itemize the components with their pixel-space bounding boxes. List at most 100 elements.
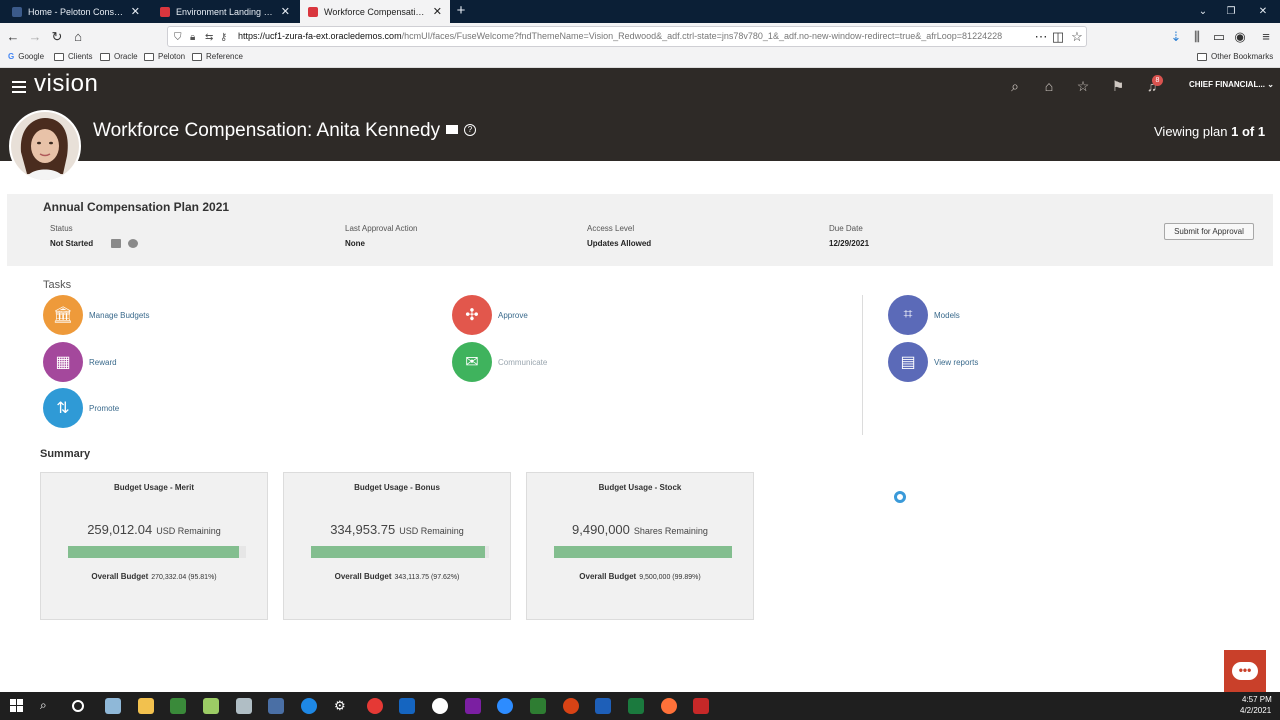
close-icon[interactable]: ✕ <box>281 5 290 18</box>
clock-date: 4/2/2021 <box>1240 706 1272 715</box>
search-icon[interactable]: ⌕ <box>40 698 56 714</box>
calendar-icon[interactable] <box>111 239 121 248</box>
menu-icon[interactable]: ≡ <box>1256 27 1276 47</box>
budget-card-merit[interactable]: Budget Usage - Merit 259,012.04 USD Remai… <box>40 472 268 620</box>
new-tab-button[interactable]: + <box>452 2 470 20</box>
onenote-icon[interactable] <box>465 698 481 714</box>
card-title: Budget Usage - Merit <box>113 483 194 492</box>
sidebar-icon[interactable]: ▭ <box>1209 27 1229 47</box>
restore-window-icon[interactable]: ❐ <box>1214 0 1248 23</box>
help-icon[interactable]: ? <box>464 124 476 136</box>
settings-gear-icon[interactable]: ⚙ <box>334 698 350 714</box>
user-menu-label: CHIEF FINANCIAL... <box>1189 80 1265 89</box>
chrome-icon[interactable] <box>367 698 383 714</box>
reload-icon[interactable]: ↻ <box>47 27 67 47</box>
remaining-unit: USD Remaining <box>399 526 464 536</box>
notification-badge: 8 <box>1152 75 1163 86</box>
chat-bubble-icon: ••• <box>1232 662 1258 680</box>
home-icon[interactable]: ⌂ <box>68 27 88 47</box>
last-approval-value: None <box>345 239 365 248</box>
task-approve[interactable]: ✣ Approve <box>452 295 528 335</box>
app-icon[interactable] <box>236 698 252 714</box>
browser-nav-bar: ← → ↻ ⌂ ⛉ 🔒︎ ⇆ ⚷ https://ucf1-zura-fa-ex… <box>0 23 1280 50</box>
google-icon: G <box>8 52 15 61</box>
edge-icon[interactable] <box>301 698 317 714</box>
back-arrow-icon[interactable]: ← <box>3 27 23 47</box>
last-approval-label: Last Approval Action <box>345 224 418 233</box>
close-icon[interactable]: ✕ <box>131 5 140 18</box>
globe-icon[interactable] <box>128 239 138 248</box>
address-bar[interactable]: ⛉ 🔒︎ ⇆ ⚷ https://ucf1-zura-fa-ext.oracle… <box>167 26 1087 47</box>
app-icon[interactable] <box>170 698 186 714</box>
task-promote[interactable]: ⇅ Promote <box>43 388 119 428</box>
cortana-icon[interactable] <box>72 700 84 712</box>
bookmark-clients[interactable]: Clients <box>54 52 92 61</box>
windows-start-icon[interactable] <box>10 699 23 712</box>
project-icon[interactable] <box>530 698 546 714</box>
notepad-icon[interactable] <box>203 698 219 714</box>
app-header: vision ⌕ ⌂ ☆ ⚑ ♫ 8 CHIEF FINANCIAL... ⌄ … <box>0 68 1280 161</box>
app-icon[interactable] <box>105 698 121 714</box>
bookmark-label: Other Bookmarks <box>1211 52 1274 61</box>
chat-button[interactable]: ••• <box>1224 650 1266 692</box>
card-remaining: 334,953.75 USD Remaining <box>284 522 510 537</box>
zoom-icon[interactable] <box>497 698 513 714</box>
download-icon[interactable]: ⇣ <box>1166 27 1186 47</box>
budget-usage-bar <box>554 546 732 558</box>
budget-card-bonus[interactable]: Budget Usage - Bonus 334,953.75 USD Remai… <box>283 472 511 620</box>
home-icon[interactable]: ⌂ <box>1040 77 1058 95</box>
account-icon[interactable]: ◉ <box>1230 27 1250 47</box>
avatar[interactable] <box>9 110 81 182</box>
submit-for-approval-button[interactable]: Submit for Approval <box>1164 223 1254 240</box>
app-icon[interactable] <box>268 698 284 714</box>
task-communicate[interactable]: ✉ Communicate <box>452 342 547 382</box>
outlook-icon[interactable] <box>399 698 415 714</box>
overall-value: 9,500,000 (99.89%) <box>639 574 701 581</box>
search-icon[interactable]: ⌕ <box>1006 77 1024 95</box>
flag-icon[interactable]: ⚑ <box>1109 77 1127 95</box>
budget-usage-bar <box>68 546 246 558</box>
task-label: Models <box>934 310 960 320</box>
browser-tab-environment[interactable]: Environment Landing Page ✕ <box>152 0 298 23</box>
task-label: Promote <box>89 403 120 413</box>
bookmark-peloton[interactable]: Peloton <box>144 52 185 61</box>
excel-icon[interactable] <box>628 698 644 714</box>
task-manage-budgets[interactable]: 🏛︎ Manage Budgets <box>43 295 150 335</box>
firefox-icon[interactable] <box>661 698 677 714</box>
powerpoint-icon[interactable] <box>563 698 579 714</box>
overall-value: 343,113.75 (97.62%) <box>394 574 460 581</box>
budget-usage-fill <box>311 546 485 558</box>
chevron-down-icon: ⌄ <box>1267 80 1274 89</box>
word-icon[interactable] <box>595 698 611 714</box>
library-icon[interactable]: ⫼ <box>1187 27 1207 47</box>
bookmark-other[interactable]: Other Bookmarks <box>1197 52 1273 61</box>
acrobat-icon[interactable] <box>693 698 709 714</box>
bookmark-oracle[interactable]: Oracle <box>100 52 138 61</box>
task-models[interactable]: ⌗ Models <box>888 295 960 335</box>
favorites-star-icon[interactable]: ☆ <box>1074 77 1092 95</box>
remaining-value: 334,953.75 <box>330 522 396 537</box>
pocket-icon[interactable]: ◫ <box>1048 27 1068 47</box>
mail-icon[interactable] <box>446 125 458 134</box>
permissions-icon: ⇆ <box>205 32 214 43</box>
star-icon[interactable]: ☆ <box>1067 27 1087 47</box>
browser-tab-home[interactable]: Home - Peloton Consulting Gr ✕ <box>4 0 148 23</box>
card-overall: Overall Budget 270,332.04 (95.81%) <box>41 572 267 581</box>
forward-arrow-icon[interactable]: → <box>25 27 45 47</box>
folder-icon <box>192 52 202 61</box>
browser-tab-workforce[interactable]: Workforce Compensation - Or ✕ <box>300 0 450 23</box>
task-reward[interactable]: ▦ Reward <box>43 342 117 382</box>
file-explorer-icon[interactable] <box>138 698 154 714</box>
budget-card-stock[interactable]: Budget Usage - Stock 9,490,000 Shares Rem… <box>526 472 754 620</box>
slack-icon[interactable] <box>432 698 448 714</box>
close-icon[interactable]: ✕ <box>433 5 442 18</box>
task-view-reports[interactable]: ▤ View reports <box>888 342 978 382</box>
bookmark-google[interactable]: G Google <box>8 52 44 61</box>
bookmark-reference[interactable]: Reference <box>192 52 243 61</box>
remaining-unit: Shares Remaining <box>633 526 708 536</box>
user-menu[interactable]: CHIEF FINANCIAL... ⌄ <box>1189 80 1274 89</box>
close-window-icon[interactable]: ✕ <box>1246 0 1280 23</box>
viewing-plan-indicator: Viewing plan 1 of 1 <box>1154 124 1265 139</box>
hamburger-menu-icon[interactable] <box>12 81 26 93</box>
vision-logo[interactable]: vision <box>34 70 98 98</box>
